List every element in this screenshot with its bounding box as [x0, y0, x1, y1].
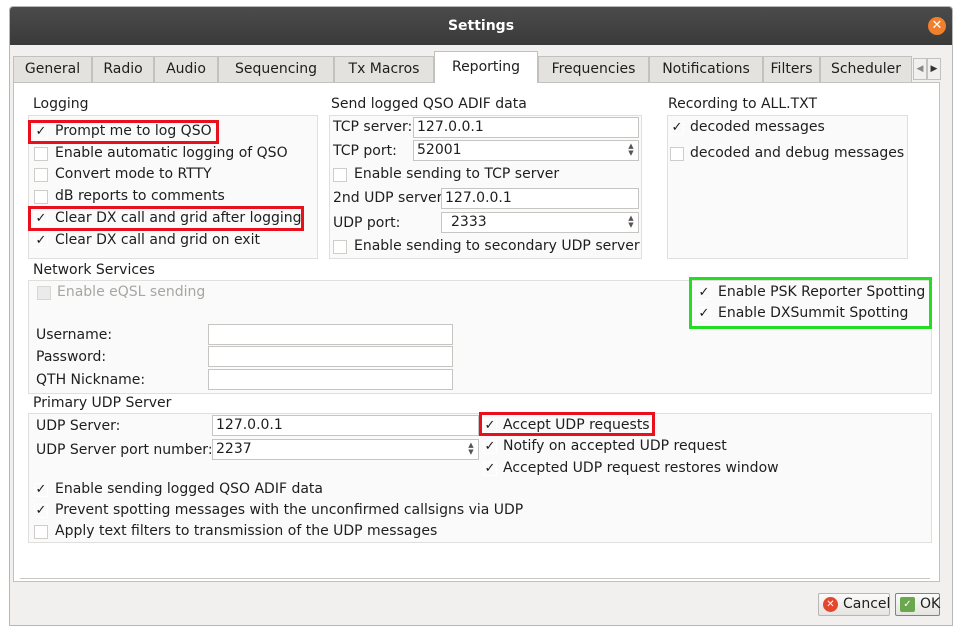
- network-group-title: Network Services: [33, 262, 155, 278]
- dxsummit-label: Enable DXSummit Spotting: [718, 305, 909, 321]
- notify-udp-label: Notify on accepted UDP request: [503, 438, 727, 454]
- prevent-spotting-checkbox[interactable]: ✓: [34, 504, 48, 518]
- tab-bar: General Radio Audio Sequencing Tx Macros…: [13, 51, 941, 83]
- tab-notifications[interactable]: Notifications: [649, 56, 763, 82]
- eqsl-label: Enable eQSL sending: [57, 284, 206, 300]
- tab-scheduler[interactable]: Scheduler: [820, 56, 912, 82]
- udp-port-spinbox[interactable]: 2333 ▲ ▼: [441, 212, 639, 233]
- recording-group-title: Recording to ALL.TXT: [668, 96, 818, 112]
- username-label: Username:: [36, 327, 113, 343]
- password-input[interactable]: [208, 346, 453, 367]
- udp2-server-input[interactable]: 127.0.0.1: [441, 188, 639, 209]
- ok-icon: ✓: [900, 597, 915, 612]
- eqsl-checkbox[interactable]: [37, 286, 51, 300]
- tcp-server-label: TCP server:: [333, 119, 413, 135]
- tcp-port-value: 52001: [417, 142, 462, 158]
- debug-label: decoded and debug messages: [690, 145, 905, 161]
- auto-log-checkbox[interactable]: [34, 147, 48, 161]
- udp-group-title: Primary UDP Server: [33, 395, 172, 411]
- prevent-spotting-label: Prevent spotting messages with the uncon…: [55, 502, 524, 518]
- ok-label: OK: [920, 596, 941, 612]
- udp2-enable-checkbox[interactable]: [333, 240, 347, 254]
- clear-on-exit-checkbox[interactable]: ✓: [34, 234, 48, 248]
- cancel-icon: ✕: [823, 597, 838, 612]
- tab-filters[interactable]: Filters: [763, 56, 820, 82]
- udp-server-label: UDP Server:: [36, 418, 121, 434]
- tab-scroll-left-icon[interactable]: ◀: [913, 58, 927, 80]
- restore-window-checkbox[interactable]: ✓: [483, 462, 497, 476]
- debug-checkbox[interactable]: [670, 147, 684, 161]
- tcp-enable-label: Enable sending to TCP server: [354, 166, 560, 182]
- udp-server-port-label: UDP Server port number:: [36, 442, 213, 458]
- udp-server-input[interactable]: 127.0.0.1: [212, 415, 479, 436]
- auto-log-label: Enable automatic logging of QSO: [55, 145, 288, 161]
- udp-port-value: 2333: [451, 214, 487, 230]
- udp-server-port-value: 2237: [216, 441, 252, 457]
- title-bar: Settings ✕: [10, 7, 952, 45]
- rtty-checkbox[interactable]: [34, 168, 48, 182]
- tab-scroll-right-icon[interactable]: ▶: [927, 58, 941, 80]
- qth-nickname-input[interactable]: [208, 369, 453, 390]
- tcp-port-spinbox[interactable]: 52001 ▲ ▼: [413, 140, 639, 161]
- ok-button[interactable]: ✓ OK: [895, 593, 940, 616]
- psk-reporter-label: Enable PSK Reporter Spotting: [718, 284, 926, 300]
- tab-radio[interactable]: Radio: [92, 56, 154, 82]
- cancel-button[interactable]: ✕ Cancel: [818, 593, 890, 616]
- button-separator: [20, 578, 930, 579]
- udp-adif-checkbox[interactable]: ✓: [34, 483, 48, 497]
- accept-udp-label: Accept UDP requests: [503, 417, 650, 433]
- username-input[interactable]: [208, 324, 453, 345]
- udp2-enable-label: Enable sending to secondary UDP server: [354, 238, 640, 254]
- notify-udp-checkbox[interactable]: ✓: [483, 440, 497, 454]
- highlight-prompt-log: [28, 120, 219, 144]
- recording-group: [667, 115, 908, 259]
- decoded-checkbox[interactable]: ✓: [670, 121, 684, 135]
- cancel-label: Cancel: [843, 596, 891, 612]
- highlight-clear-after-log: [28, 206, 304, 231]
- adif-group-title: Send logged QSO ADIF data: [331, 96, 527, 112]
- db-reports-checkbox[interactable]: [34, 190, 48, 204]
- text-filters-checkbox[interactable]: [34, 525, 48, 539]
- password-label: Password:: [36, 349, 107, 365]
- udp-adif-label: Enable sending logged QSO ADIF data: [55, 481, 323, 497]
- tab-reporting[interactable]: Reporting: [434, 51, 538, 83]
- decoded-label: decoded messages: [690, 119, 825, 135]
- accept-udp-checkbox[interactable]: ✓: [483, 419, 497, 433]
- spin-arrows-icon[interactable]: ▲ ▼: [626, 215, 636, 230]
- rtty-label: Convert mode to RTTY: [55, 166, 212, 182]
- udp2-server-label: 2nd UDP server: [333, 190, 443, 206]
- tcp-enable-checkbox[interactable]: [333, 168, 347, 182]
- text-filters-label: Apply text filters to transmission of th…: [55, 523, 438, 539]
- window-title: Settings: [447, 18, 515, 34]
- db-reports-label: dB reports to comments: [55, 188, 225, 204]
- spin-arrows-icon[interactable]: ▲ ▼: [466, 442, 476, 457]
- psk-reporter-checkbox[interactable]: ✓: [697, 286, 711, 300]
- tcp-port-label: TCP port:: [333, 143, 397, 159]
- dxsummit-checkbox[interactable]: ✓: [697, 307, 711, 321]
- tab-general[interactable]: General: [13, 56, 92, 82]
- tab-audio[interactable]: Audio: [154, 56, 218, 82]
- clear-on-exit-label: Clear DX call and grid on exit: [55, 232, 260, 248]
- tab-frequencies[interactable]: Frequencies: [538, 56, 649, 82]
- tab-tx-macros[interactable]: Tx Macros: [334, 56, 434, 82]
- logging-group-title: Logging: [33, 96, 89, 112]
- tab-sequencing[interactable]: Sequencing: [218, 56, 334, 82]
- close-icon[interactable]: ✕: [928, 17, 946, 35]
- udp-port-label: UDP port:: [333, 215, 401, 231]
- restore-window-label: Accepted UDP request restores window: [503, 460, 779, 476]
- qth-nickname-label: QTH Nickname:: [36, 372, 146, 388]
- udp-server-port-spinbox[interactable]: 2237 ▲ ▼: [212, 439, 479, 460]
- spin-arrows-icon[interactable]: ▲ ▼: [626, 143, 636, 158]
- tcp-server-input[interactable]: 127.0.0.1: [413, 117, 639, 138]
